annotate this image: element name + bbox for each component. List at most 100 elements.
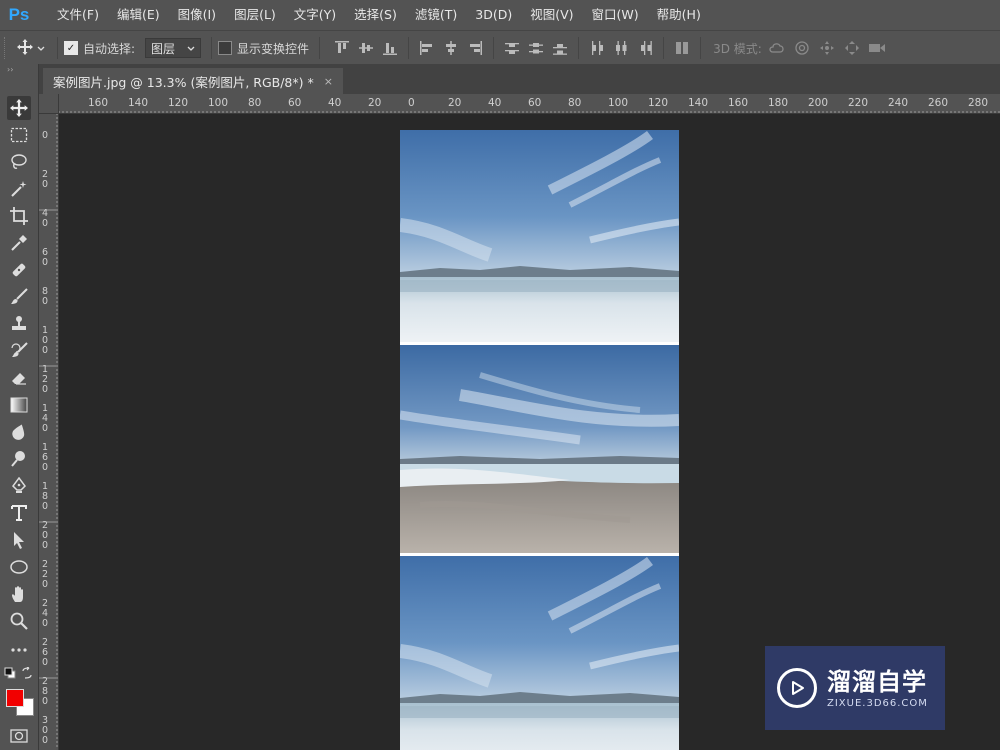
- distribute-bottom-icon[interactable]: [552, 40, 568, 56]
- default-colors-icon[interactable]: [3, 666, 17, 680]
- align-vcenter-icon[interactable]: [358, 40, 374, 56]
- watermark-url: ZIXUE.3D66.COM: [827, 697, 928, 709]
- swap-colors-icon[interactable]: [20, 666, 34, 680]
- ruler-label: 80: [248, 97, 261, 109]
- watermark: 溜溜自学 ZIXUE.3D66.COM: [765, 646, 945, 730]
- menu-image[interactable]: 图像(I): [169, 0, 225, 30]
- align-bottom-icon[interactable]: [382, 40, 398, 56]
- document-tab[interactable]: 案例图片.jpg @ 13.3% (案例图片, RGB/8*) * ×: [43, 68, 343, 94]
- clone-stamp-icon[interactable]: [7, 312, 31, 336]
- ruler-label: 0: [42, 579, 48, 590]
- menu-select[interactable]: 选择(S): [345, 0, 406, 30]
- ruler-label: 120: [648, 97, 668, 109]
- auto-align-icon[interactable]: [674, 40, 690, 56]
- 3d-pan-icon[interactable]: [817, 38, 837, 58]
- dodge-icon[interactable]: [7, 447, 31, 471]
- zoom-icon[interactable]: [7, 609, 31, 633]
- options-grip[interactable]: [4, 37, 11, 59]
- photoshop-logo[interactable]: Ps: [0, 0, 38, 30]
- move-tool-icon[interactable]: [7, 96, 31, 120]
- pen-icon[interactable]: [7, 474, 31, 498]
- distribute-left-icon[interactable]: [589, 40, 605, 56]
- menu-view[interactable]: 视图(V): [521, 0, 582, 30]
- distribute-vcenter-icon[interactable]: [528, 40, 544, 56]
- 3d-orbit-icon[interactable]: [767, 38, 787, 58]
- ellipse-icon[interactable]: [7, 555, 31, 579]
- distribute-right-icon[interactable]: [637, 40, 653, 56]
- ruler-label: 0: [42, 462, 48, 473]
- move-icon: [17, 38, 33, 58]
- ruler-label: 100: [608, 97, 628, 109]
- eyedropper-icon[interactable]: [7, 231, 31, 255]
- ruler-label: 60: [288, 97, 301, 109]
- ruler-label: 0: [42, 179, 48, 190]
- ruler-label: 0: [42, 618, 48, 629]
- align-right-icon[interactable]: [467, 40, 483, 56]
- brush-icon[interactable]: [7, 285, 31, 309]
- ruler-label: 0: [408, 97, 415, 109]
- gradient-icon[interactable]: [7, 393, 31, 417]
- lasso-icon[interactable]: [7, 150, 31, 174]
- ruler-label: 0: [42, 696, 48, 707]
- menu-window[interactable]: 窗口(W): [583, 0, 648, 30]
- hand-icon[interactable]: [7, 582, 31, 606]
- menu-file[interactable]: 文件(F): [48, 0, 108, 30]
- ruler-origin[interactable]: [39, 94, 59, 114]
- ruler-label: 20: [368, 97, 381, 109]
- foreground-color-swatch[interactable]: [6, 689, 24, 707]
- menu-help[interactable]: 帮助(H): [648, 0, 710, 30]
- vertical-ruler-ticks: 0204060801001201401601802002202402602803…: [39, 114, 58, 747]
- type-icon[interactable]: [7, 501, 31, 525]
- align-left-icon[interactable]: [419, 40, 435, 56]
- document-canvas[interactable]: [400, 130, 679, 750]
- distribute-top-icon[interactable]: [504, 40, 520, 56]
- more-tools-icon[interactable]: [7, 638, 31, 662]
- document-tab-bar: 案例图片.jpg @ 13.3% (案例图片, RGB/8*) * ×: [39, 64, 1000, 94]
- ruler-label: 0: [42, 130, 48, 141]
- 3d-roll-icon[interactable]: [792, 38, 812, 58]
- show-transform-label: 显示变换控件: [237, 41, 310, 56]
- rectangular-marquee-icon[interactable]: [7, 123, 31, 147]
- spot-healing-icon[interactable]: [7, 258, 31, 282]
- menu-filter[interactable]: 滤镜(T): [406, 0, 466, 30]
- ruler-label: 120: [168, 97, 188, 109]
- magic-wand-icon[interactable]: [7, 177, 31, 201]
- auto-select-dropdown[interactable]: 图层: [145, 38, 202, 58]
- options-bar: ✓ 自动选择: 图层 显示变换控件 3D 模式:: [0, 30, 1000, 66]
- horizontal-ruler[interactable]: 160 140 120 100 80 60 40 20 0 20 40 60 80 100 120 140 16…: [59, 94, 1000, 114]
- distribute-hcenter-icon[interactable]: [613, 40, 629, 56]
- 3d-scale-icon[interactable]: [867, 38, 887, 58]
- document-tab-title: 案例图片.jpg @ 13.3% (案例图片, RGB/8*) *: [53, 74, 314, 90]
- path-selection-icon[interactable]: [7, 528, 31, 552]
- ruler-label: 20: [448, 97, 461, 109]
- menu-3d[interactable]: 3D(D): [466, 0, 521, 30]
- separator: [578, 37, 580, 59]
- ruler-label: 200: [808, 97, 828, 109]
- horizontal-ruler-ticks: 160 140 120 100 80 60 40 20 0 20 40 60 80 100 120 140 16…: [59, 97, 1000, 113]
- history-brush-icon[interactable]: [7, 339, 31, 363]
- vertical-ruler[interactable]: 0204060801001201401601802002202402602803…: [39, 114, 59, 750]
- menu-edit[interactable]: 编辑(E): [108, 0, 169, 30]
- tool-preset-picker[interactable]: [11, 38, 51, 58]
- menu-type[interactable]: 文字(Y): [285, 0, 345, 30]
- ruler-label: 60: [528, 97, 541, 109]
- 3d-slide-icon[interactable]: [842, 38, 862, 58]
- show-transform-checkbox[interactable]: [218, 41, 233, 55]
- close-icon[interactable]: ×: [324, 75, 333, 88]
- menu-layer[interactable]: 图层(L): [225, 0, 285, 30]
- align-top-icon[interactable]: [334, 40, 350, 56]
- salt-lake-photo-2: [400, 345, 679, 553]
- align-hcenter-icon[interactable]: [443, 40, 459, 56]
- toolbar-collapse-button[interactable]: ››: [0, 64, 38, 76]
- eraser-icon[interactable]: [7, 366, 31, 390]
- salt-lake-photo-1: [400, 130, 679, 342]
- crop-icon[interactable]: [7, 204, 31, 228]
- auto-select-checkbox[interactable]: ✓: [64, 41, 78, 55]
- auto-select-value: 图层: [151, 41, 176, 56]
- ruler-label: 80: [568, 97, 581, 109]
- 3d-mode-label: 3D 模式:: [713, 41, 762, 56]
- blur-icon[interactable]: [7, 420, 31, 444]
- auto-select-label: 自动选择:: [83, 41, 136, 56]
- ruler-label: 0: [42, 257, 48, 268]
- quick-mask-icon[interactable]: [7, 724, 31, 748]
